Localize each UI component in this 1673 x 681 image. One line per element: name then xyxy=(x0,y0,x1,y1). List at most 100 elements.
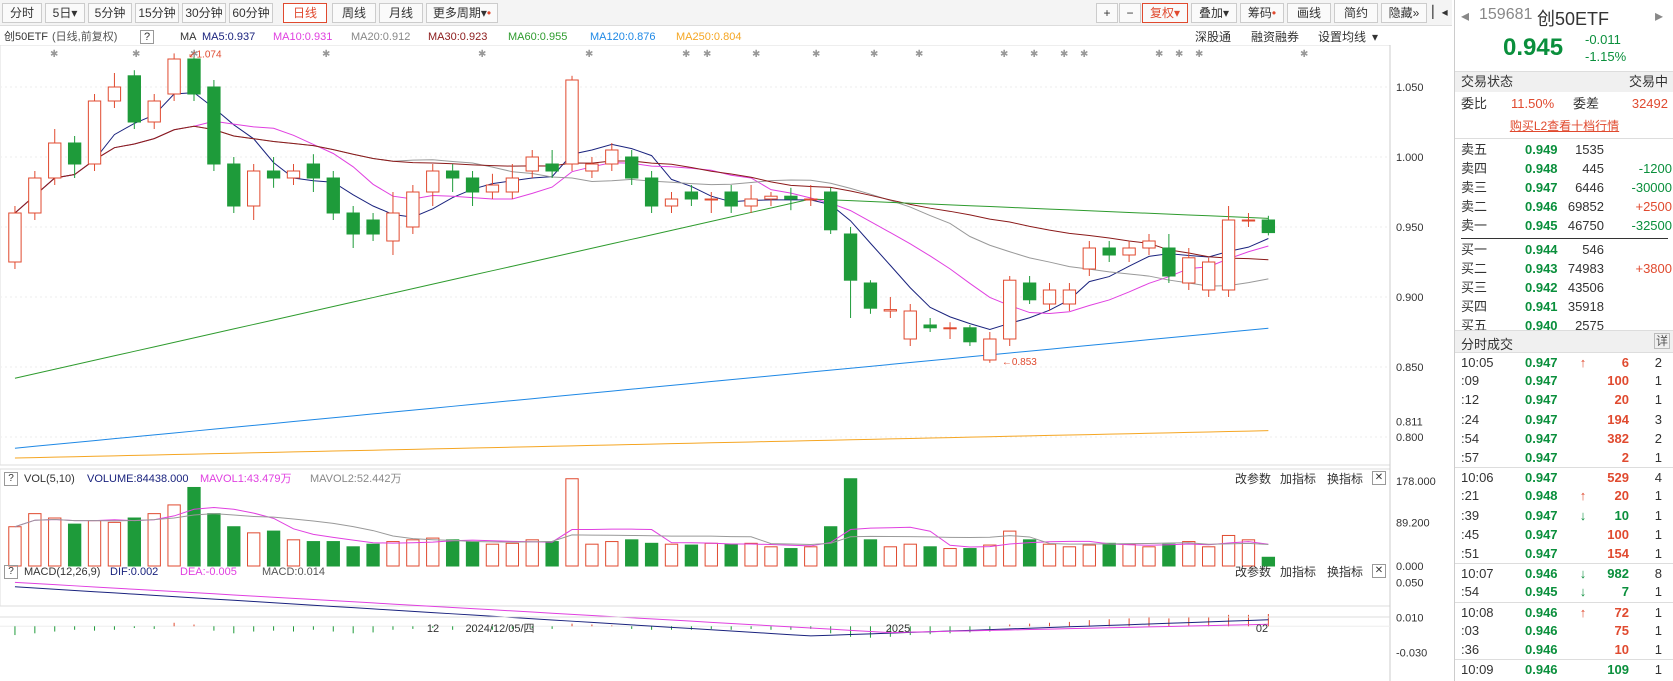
tick-price: 0.947 xyxy=(1525,430,1558,446)
macd-edit-params[interactable]: 改参数 xyxy=(1235,563,1271,581)
period-tab-more[interactable]: 更多周期▾• xyxy=(426,3,498,23)
tick-price: 0.947 xyxy=(1525,373,1558,389)
overlay-dropdown[interactable]: 叠加▾ xyxy=(1191,3,1237,23)
vol-panel-header: ? VOL(5,10) VOLUME:84438.000 MAVOL1:43.4… xyxy=(0,470,1390,488)
weibi-row: 委比 11.50% 委差 32492 xyxy=(1455,94,1673,114)
chip-button[interactable]: 筹码• xyxy=(1240,3,1284,23)
candle-body xyxy=(605,149,619,165)
volume-bar xyxy=(87,520,102,567)
help-icon[interactable]: ? xyxy=(140,30,154,44)
last-price: 0.945 xyxy=(1503,34,1564,61)
candle-body xyxy=(684,191,699,200)
volume-bar xyxy=(227,526,241,567)
tick-qty: 154 xyxy=(1607,546,1629,561)
chart-mode: (日线,前复权) xyxy=(52,31,118,43)
period-tab-15min[interactable]: 15分钟 xyxy=(135,3,179,23)
ma-settings-dropdown[interactable]: 设置均线 ▾ xyxy=(1318,27,1378,47)
tick-row: :03 0.946 75 1 xyxy=(1455,621,1673,641)
candle-body xyxy=(644,177,659,207)
status-row: 交易状态 交易中 xyxy=(1455,72,1673,92)
candle-body xyxy=(525,156,539,172)
candle-body xyxy=(1122,247,1136,256)
tick-qty: 20 xyxy=(1614,392,1629,408)
mavol1-line xyxy=(14,507,1269,548)
ask-volume: 6446 xyxy=(1575,180,1604,195)
ma10-value: MA10:0.931 xyxy=(273,31,333,43)
left-panel-toggle-icon[interactable]: ▏◂ xyxy=(1430,3,1450,23)
ma250-line xyxy=(14,430,1269,459)
candle-body xyxy=(923,324,937,329)
period-tab-60min[interactable]: 60分钟 xyxy=(229,3,273,23)
prev-security-icon[interactable]: ◂ xyxy=(1461,6,1469,26)
tick-count: 1 xyxy=(1654,450,1662,465)
vol-edit-params[interactable]: 改参数 xyxy=(1235,470,1271,488)
candle-body xyxy=(426,170,440,193)
ask-volume: 46750 xyxy=(1567,218,1604,233)
ask-volume: 69852 xyxy=(1567,199,1604,214)
tick-time: :54 xyxy=(1461,584,1480,600)
vol-swap-indicator[interactable]: 换指标 xyxy=(1327,470,1363,488)
tick-count: 3 xyxy=(1654,411,1662,427)
volume-bar xyxy=(266,530,281,567)
double-chevron-right-icon: » xyxy=(1412,6,1420,20)
help-icon[interactable]: ? xyxy=(4,472,18,486)
candle-body xyxy=(386,212,400,242)
tick-time: :57 xyxy=(1461,450,1480,465)
close-icon[interactable]: ✕ xyxy=(1372,564,1386,578)
margin-link[interactable]: 融资融券 xyxy=(1251,27,1299,47)
tick-price: 0.948 xyxy=(1525,488,1558,504)
tick-row: :45 0.947 100 1 xyxy=(1455,525,1673,545)
candle-body xyxy=(863,282,878,309)
l2-upgrade-link[interactable]: 购买L2查看十档行情 xyxy=(1455,116,1673,136)
status-value: 交易中 xyxy=(1628,74,1668,89)
help-icon[interactable]: ? xyxy=(4,565,18,579)
fuquan-dropdown[interactable]: 复权▾ xyxy=(1142,3,1188,23)
period-tab-5min[interactable]: 5分钟 xyxy=(88,3,132,23)
security-name: 创50ETF xyxy=(4,31,49,43)
period-tab-30min[interactable]: 30分钟 xyxy=(182,3,226,23)
period-tab-5day[interactable]: 5日▾ xyxy=(45,3,85,23)
candle-body xyxy=(565,79,579,165)
vol-add-indicator[interactable]: 加指标 xyxy=(1280,470,1316,488)
close-icon[interactable]: ✕ xyxy=(1372,471,1386,485)
draw-line-button[interactable]: 画线 xyxy=(1287,3,1331,23)
low-price-note: ←0.853 xyxy=(1002,357,1037,368)
tick-qty: 529 xyxy=(1607,470,1629,486)
event-marker-icon: ✱ xyxy=(585,49,593,60)
ask-label: 卖一 xyxy=(1461,218,1488,233)
period-tab-weekly[interactable]: 周线 xyxy=(332,3,376,23)
volume-bar xyxy=(843,478,858,567)
price-tick-label: 0.811 xyxy=(1396,417,1423,429)
candle-body xyxy=(87,100,102,165)
tick-time: :39 xyxy=(1461,507,1480,523)
volume-bar xyxy=(207,513,221,567)
macd-swap-indicator[interactable]: 换指标 xyxy=(1327,563,1363,581)
tick-price: 0.947 xyxy=(1525,450,1558,465)
simple-mode-button[interactable]: 简约 xyxy=(1334,3,1378,23)
event-marker-icon: ✱ xyxy=(870,49,878,60)
bid-label: 买二 xyxy=(1461,261,1488,276)
candle-body xyxy=(306,163,321,179)
kline-chart[interactable]: 1.050 1.000 0.950 0.900 0.850 0.811 0.800 ✱ ✱ ✱ ✱ ✱… xyxy=(0,45,1452,681)
candle-body xyxy=(1102,247,1116,256)
period-tab-monthly[interactable]: 月线 xyxy=(379,3,423,23)
bid-book: 买一 0.944 546 买二 0.943 74983 +3800 买三 0.942 43506 买… xyxy=(1455,240,1673,340)
event-marker-icon: ✱ xyxy=(1060,49,1068,60)
volume-bar xyxy=(127,517,141,567)
period-tab-daily[interactable]: 日线 xyxy=(283,3,327,23)
tick-qty: 10 xyxy=(1614,642,1629,657)
hide-panel-button[interactable]: 隐藏» xyxy=(1381,3,1427,23)
shengutong-link[interactable]: 深股通 xyxy=(1195,27,1231,47)
more-periods-label: 更多周期 xyxy=(432,6,481,20)
macd-tick-label: 0.010 xyxy=(1396,613,1424,625)
chart-info-bar: 创50ETF (日线,前复权) ? MA MA5:0.937 MA10:0.93… xyxy=(0,27,1452,47)
next-security-icon[interactable]: ▸ xyxy=(1655,6,1663,26)
zoom-out-button[interactable]: − xyxy=(1119,3,1141,23)
notify-dot-icon: • xyxy=(486,6,492,20)
candle-body xyxy=(625,156,639,179)
zoom-in-button[interactable]: + xyxy=(1096,3,1118,23)
macd-add-indicator[interactable]: 加指标 xyxy=(1280,563,1316,581)
period-tab-fenshi[interactable]: 分时 xyxy=(2,3,42,23)
vol-tick-label: 178.000 xyxy=(1396,476,1436,488)
ticks-detail-button[interactable]: 详 xyxy=(1654,333,1670,349)
